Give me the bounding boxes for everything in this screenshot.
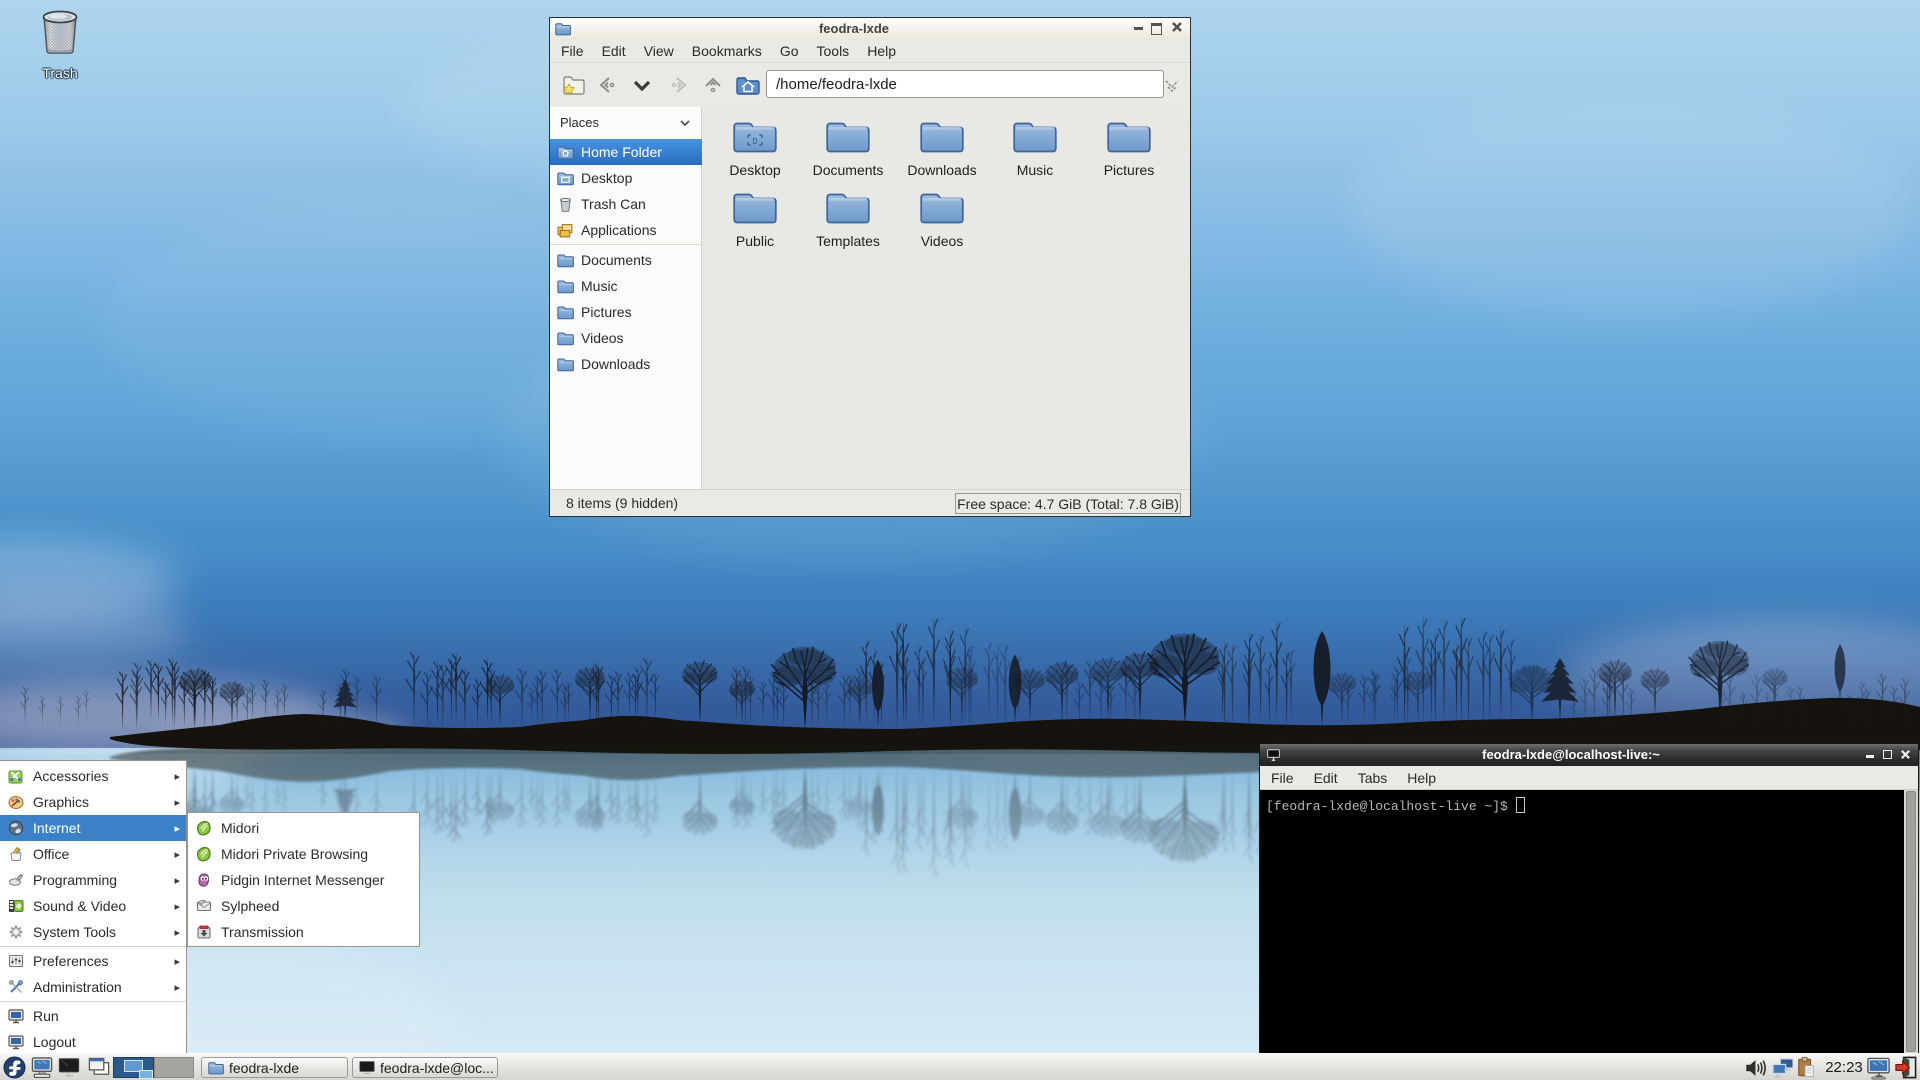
svg-text:D: D (752, 137, 757, 147)
